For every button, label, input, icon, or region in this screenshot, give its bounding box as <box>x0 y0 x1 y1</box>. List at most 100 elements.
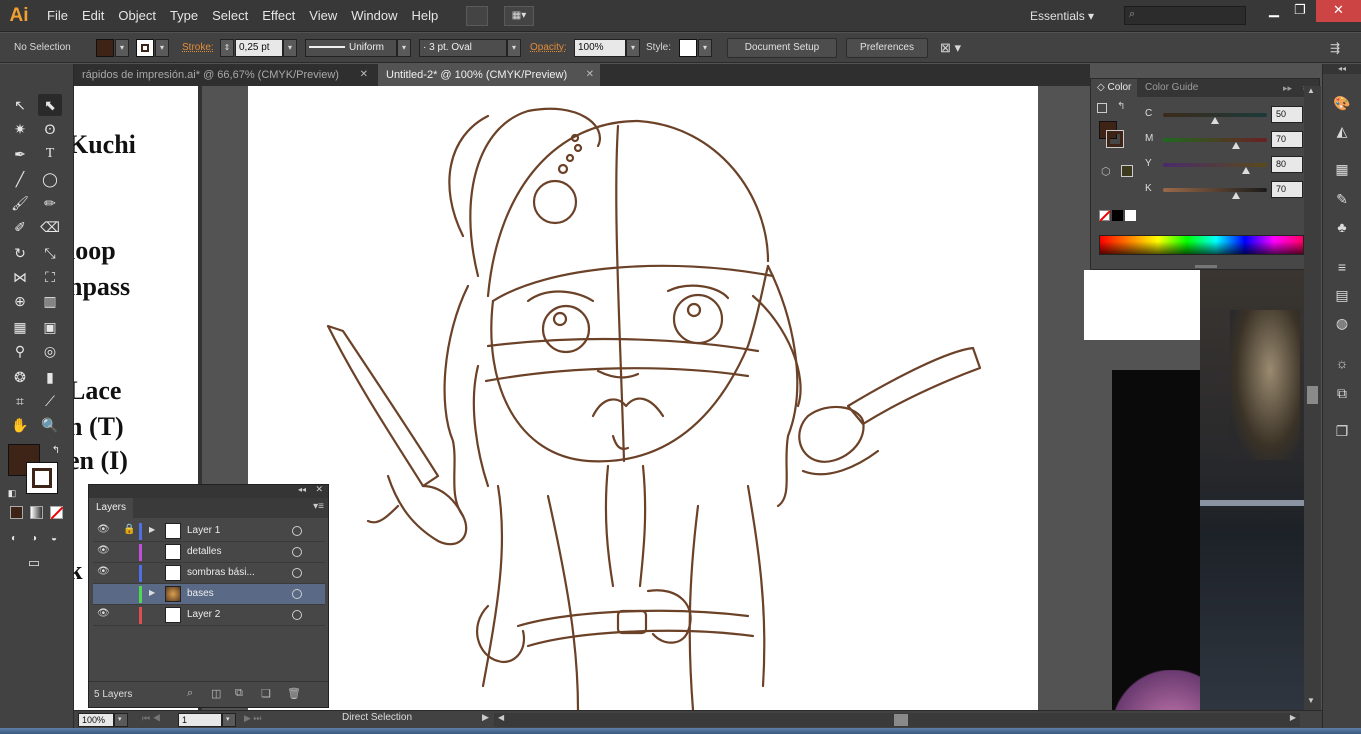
slider-c-value[interactable]: 50 <box>1271 106 1303 123</box>
layer-target-icon[interactable] <box>292 589 302 599</box>
opacity-field[interactable]: 100% <box>574 39 626 57</box>
none-mode-icon[interactable] <box>50 506 64 520</box>
gradient-panel-icon[interactable]: ▤ <box>1331 284 1353 306</box>
fill-swatch[interactable] <box>96 39 114 57</box>
new-layer-icon[interactable]: ❏ <box>261 687 271 700</box>
tab-rapidos[interactable]: rápidos de impresión.ai* @ 66,67% (CMYK/… <box>74 64 374 86</box>
artboard-nav-last-icon[interactable]: ▶ ⏭ <box>244 713 262 724</box>
layers-close-icon[interactable]: ✕ <box>315 484 323 495</box>
layer-row[interactable]: ▶ bases <box>93 584 325 605</box>
shape-builder-icon[interactable]: ⊕ <box>8 290 32 312</box>
blob-brush-icon[interactable]: ✐ <box>8 216 32 238</box>
slider-c-thumb[interactable] <box>1211 117 1219 124</box>
stroke-color-box[interactable] <box>26 462 58 494</box>
layer-name[interactable]: Layer 1 <box>187 521 220 541</box>
free-transform-icon[interactable]: ⛶ <box>38 266 62 288</box>
search-input[interactable]: ⌕ <box>1124 6 1246 25</box>
color-mode-icon[interactable] <box>10 506 23 519</box>
stroke-label[interactable]: Stroke: <box>182 33 214 63</box>
scroll-left-icon[interactable]: ◀ <box>498 713 504 722</box>
rotate-icon[interactable]: ↻ <box>8 242 32 264</box>
opacity-dropdown[interactable]: ▾ <box>626 39 640 57</box>
dock-collapse-icon[interactable]: ◂◂ <box>1323 64 1361 74</box>
close-icon[interactable]: ✕ <box>586 64 594 86</box>
menu-effect[interactable]: Effect <box>255 0 302 32</box>
eraser-icon[interactable]: ⌫ <box>38 216 62 238</box>
lasso-icon[interactable]: ʘ <box>38 118 62 140</box>
eyedropper-icon[interactable]: ⚲ <box>8 340 32 362</box>
scroll-down-icon[interactable]: ▼ <box>1307 696 1315 705</box>
layer-target-icon[interactable] <box>292 568 302 578</box>
layer-name[interactable]: Layer 2 <box>187 605 220 625</box>
color-spectrum[interactable] <box>1099 235 1304 255</box>
screen-mode-icon[interactable]: ▭ <box>22 552 46 574</box>
layer-name[interactable]: sombras bási... <box>187 563 255 583</box>
lock-icon[interactable]: 🔒 <box>123 524 135 535</box>
menu-help[interactable]: Help <box>404 0 445 32</box>
artboard-nav-first-icon[interactable]: ⏮ ◀ <box>142 713 161 724</box>
brush-dropdown[interactable]: ▾ <box>507 39 521 57</box>
horizontal-scrollbar[interactable]: ◀ ▶ <box>494 713 1300 727</box>
slider-k[interactable]: K 70 % <box>1091 180 1319 200</box>
line-icon[interactable]: ╱ <box>8 168 32 190</box>
slider-y-value[interactable]: 80 <box>1271 156 1303 173</box>
new-sublayer-icon[interactable]: ⧉ <box>235 687 243 700</box>
arrange-documents-icon[interactable]: ▦▾ <box>504 6 534 26</box>
brushes-icon[interactable]: ✎ <box>1331 188 1353 210</box>
symbol-sprayer-icon[interactable]: ❂ <box>8 366 32 388</box>
graphic-style-swatch[interactable] <box>679 39 697 57</box>
layers-menu-icon[interactable]: ▾≡ <box>313 501 324 512</box>
magic-wand-icon[interactable]: ✷ <box>8 118 32 140</box>
pen-icon[interactable]: ✒ <box>8 143 32 165</box>
slice-icon[interactable]: ⟋ <box>38 390 62 412</box>
layer-row[interactable]: 👁 🔒 ▶ Layer 1 <box>93 521 325 542</box>
stroke-color-dropdown[interactable]: ▾ <box>155 39 169 57</box>
menu-type[interactable]: Type <box>163 0 205 32</box>
pencil-icon[interactable]: ✏ <box>38 192 62 214</box>
color-guide-icon[interactable]: ◭ <box>1331 120 1353 142</box>
hscroll-thumb[interactable] <box>894 714 908 726</box>
slider-k-thumb[interactable] <box>1231 192 1240 199</box>
close-icon[interactable]: ✕ <box>360 64 368 86</box>
ellipse-icon[interactable]: ◯ <box>38 168 62 190</box>
swatches-icon[interactable]: ▦ <box>1331 158 1353 180</box>
menu-edit[interactable]: Edit <box>75 0 111 32</box>
color-icon[interactable]: 🎨 <box>1331 92 1353 114</box>
menu-select[interactable]: Select <box>205 0 255 32</box>
menu-object[interactable]: Object <box>111 0 163 32</box>
control-panel-menu-icon[interactable]: ⇶ <box>1330 33 1340 63</box>
blend-icon[interactable]: ◎ <box>38 340 62 362</box>
tab-color[interactable]: ◇ Color <box>1091 79 1138 97</box>
slider-y-track[interactable] <box>1163 163 1267 167</box>
clipping-mask-icon[interactable]: ◫ <box>211 687 221 700</box>
expand-icon[interactable]: ▶ <box>149 525 155 534</box>
eye-icon[interactable]: 👁 <box>97 566 110 577</box>
delete-layer-icon[interactable]: 🗑 <box>287 687 301 700</box>
panel-resize-handle[interactable] <box>1195 265 1217 268</box>
tab-untitled-2[interactable]: Untitled-2* @ 100% (CMYK/Preview) ✕ <box>378 64 600 86</box>
white-swatch[interactable] <box>1125 210 1136 221</box>
slider-m-value[interactable]: 70 <box>1271 131 1303 148</box>
layers-panel-icon[interactable]: ❐ <box>1331 420 1353 442</box>
transparency-icon[interactable]: ◍ <box>1331 312 1353 334</box>
slider-k-value[interactable]: 70 <box>1271 181 1303 198</box>
stroke-weight-dropdown[interactable]: ▾ <box>283 39 297 57</box>
tab-color-guide[interactable]: Color Guide <box>1139 79 1204 97</box>
opacity-label[interactable]: Opacity: <box>530 33 567 63</box>
slider-y[interactable]: Y 80 % <box>1091 155 1319 175</box>
layer-name[interactable]: detalles <box>187 542 221 562</box>
stroke-icon[interactable]: ≡ <box>1331 256 1353 278</box>
appearance-icon[interactable]: ☼ <box>1331 352 1353 374</box>
draw-inside-icon[interactable]: ◒ <box>42 528 66 550</box>
menu-window[interactable]: Window <box>344 0 404 32</box>
close-window-button[interactable]: ✕ <box>1316 0 1361 22</box>
slider-m-thumb[interactable] <box>1231 142 1240 149</box>
eye-icon[interactable]: 👁 <box>97 545 110 556</box>
menu-file[interactable]: File <box>40 0 75 32</box>
workspace-switcher[interactable]: Essentials ▾ <box>1030 0 1094 32</box>
expand-icon[interactable]: ▶ <box>149 588 155 597</box>
artboard-field[interactable]: 1 <box>178 713 222 727</box>
slider-m-track[interactable] <box>1163 138 1267 142</box>
layer-target-icon[interactable] <box>292 526 302 536</box>
locate-object-icon[interactable]: ⌕ <box>187 687 193 700</box>
